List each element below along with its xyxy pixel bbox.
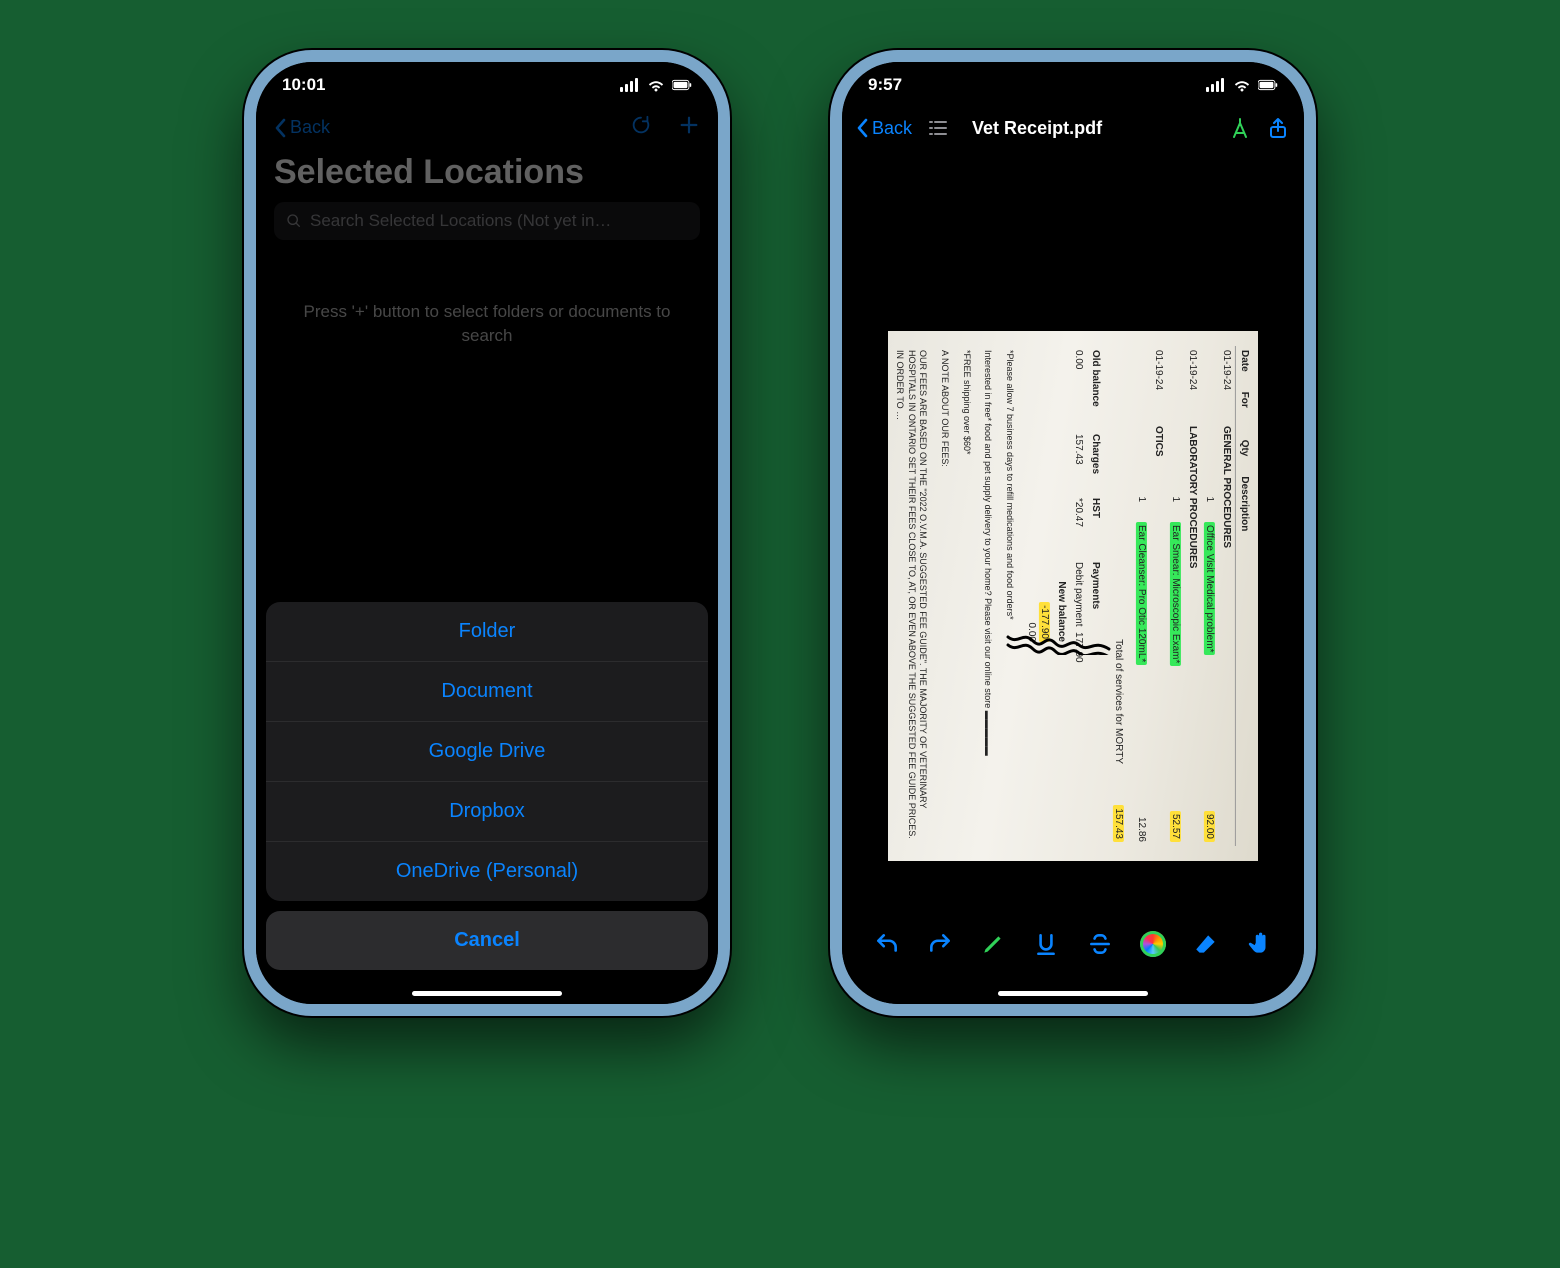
action-sheet: Folder Document Google Drive Dropbox One…: [256, 592, 718, 1004]
sheet-option-onedrive[interactable]: OneDrive (Personal): [266, 841, 708, 901]
highlighter-tool[interactable]: [977, 928, 1009, 960]
receipt-content: DateForQtyDescription01-19-24GENERAL PRO…: [893, 346, 1253, 846]
cellular-icon: [1206, 78, 1226, 92]
status-icons: [620, 78, 692, 92]
eraser-tool[interactable]: [1190, 928, 1222, 960]
notch: [978, 62, 1168, 96]
search-input[interactable]: Search Selected Locations (Not yet in…: [274, 202, 700, 240]
sheet-option-gdrive[interactable]: Google Drive: [266, 721, 708, 781]
compass-icon: [1228, 116, 1252, 140]
underline-icon: [1033, 931, 1059, 957]
pdf-page: DateForQtyDescription01-19-24GENERAL PRO…: [888, 331, 1258, 861]
strikethrough-tool[interactable]: [1084, 928, 1116, 960]
dimmed-background: Back Selected Locations Search Selected …: [256, 108, 718, 348]
undo-icon: [874, 931, 900, 957]
undo-button[interactable]: [871, 928, 903, 960]
redo-button[interactable]: [924, 928, 956, 960]
chevron-left-icon: [274, 118, 286, 138]
redo-icon: [927, 931, 953, 957]
screen-left: 10:01 Back: [256, 62, 718, 1004]
sheet-option-folder[interactable]: Folder: [266, 602, 708, 661]
home-indicator[interactable]: [412, 991, 562, 996]
hand-icon: [1246, 931, 1272, 957]
share-icon: [1266, 116, 1290, 140]
status-time: 9:57: [868, 75, 902, 95]
cellular-icon: [620, 78, 640, 92]
battery-icon: [1258, 78, 1278, 92]
phone-left: 10:01 Back: [244, 50, 730, 1016]
cancel-button[interactable]: Cancel: [266, 911, 708, 970]
notch: [392, 62, 582, 96]
markup-toolbar: [842, 914, 1304, 974]
search-icon: [286, 213, 302, 229]
page-title: Selected Locations: [256, 147, 718, 202]
chevron-left-icon: [856, 118, 868, 138]
share-button[interactable]: [1266, 116, 1290, 140]
add-button[interactable]: [678, 114, 700, 141]
refresh-button[interactable]: [630, 114, 652, 141]
underline-tool[interactable]: [1030, 928, 1062, 960]
touch-tool[interactable]: [1243, 928, 1275, 960]
sheet-option-dropbox[interactable]: Dropbox: [266, 781, 708, 841]
nav-bar: Back Vet Receipt.pdf: [842, 108, 1304, 148]
back-button[interactable]: Back: [856, 118, 912, 139]
back-button[interactable]: Back: [274, 117, 330, 138]
wifi-icon: [1232, 78, 1252, 92]
back-label: Back: [290, 117, 330, 138]
home-indicator[interactable]: [998, 991, 1148, 996]
redaction-scribble: [1006, 631, 1116, 655]
strikethrough-icon: [1087, 931, 1113, 957]
back-label: Back: [872, 118, 912, 139]
screen-right: 9:57 Back Vet Receipt.pdf: [842, 62, 1304, 1004]
battery-icon: [672, 78, 692, 92]
empty-state-hint: Press '+' button to select folders or do…: [256, 300, 718, 348]
wifi-icon: [646, 78, 666, 92]
search-placeholder: Search Selected Locations (Not yet in…: [310, 211, 611, 231]
phone-right: 9:57 Back Vet Receipt.pdf: [830, 50, 1316, 1016]
document-title: Vet Receipt.pdf: [972, 118, 1102, 139]
highlighter-icon: [980, 931, 1006, 957]
action-sheet-options: Folder Document Google Drive Dropbox One…: [266, 602, 708, 901]
refresh-icon: [630, 114, 652, 136]
list-icon: [926, 116, 950, 140]
sheet-option-document[interactable]: Document: [266, 661, 708, 721]
eraser-icon: [1193, 931, 1219, 957]
nav-bar: Back: [256, 108, 718, 147]
document-viewport[interactable]: DateForQtyDescription01-19-24GENERAL PRO…: [842, 148, 1304, 1004]
color-picker[interactable]: [1137, 928, 1169, 960]
plus-icon: [678, 114, 700, 136]
markup-button[interactable]: [1228, 116, 1252, 140]
status-icons: [1206, 78, 1278, 92]
status-time: 10:01: [282, 75, 325, 95]
outline-button[interactable]: [926, 116, 950, 140]
palette-icon: [1140, 931, 1166, 957]
